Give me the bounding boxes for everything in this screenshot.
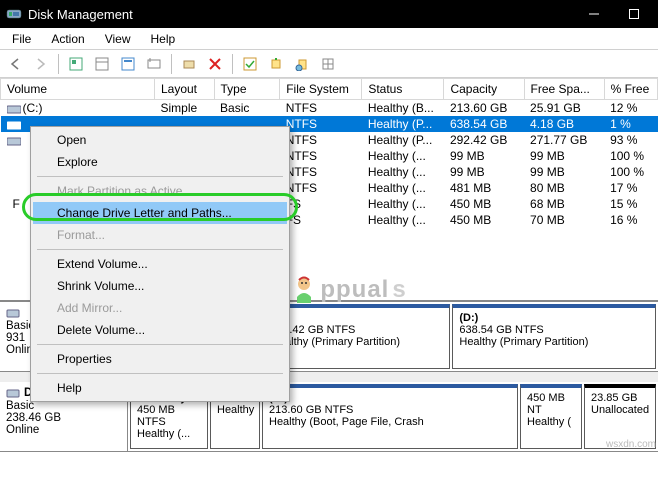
menu-action[interactable]: Action (43, 30, 92, 48)
check-icon[interactable] (239, 53, 261, 75)
disk-icon (6, 386, 20, 400)
ctx-mark-active: Mark Partition as Active (33, 180, 287, 202)
tool-4[interactable] (143, 53, 165, 75)
drive-icon (7, 103, 21, 115)
credit-text: wsxdn.com (606, 439, 656, 450)
ctx-extend[interactable]: Extend Volume... (33, 253, 287, 275)
title-bar: Disk Management (0, 0, 658, 28)
menu-view[interactable]: View (97, 30, 139, 48)
col-pctfree[interactable]: % Free (604, 79, 657, 100)
ctx-change-drive-letter[interactable]: Change Drive Letter and Paths... (33, 202, 287, 224)
maximize-button[interactable] (614, 0, 654, 28)
disk-icon (6, 306, 20, 320)
col-status[interactable]: Status (362, 79, 444, 100)
forward-button[interactable] (30, 53, 52, 75)
col-capacity[interactable]: Capacity (444, 79, 524, 100)
ctx-add-mirror: Add Mirror... (33, 297, 287, 319)
app-icon (6, 6, 22, 22)
watermark-icon (291, 275, 317, 305)
context-menu: Open Explore Mark Partition as Active Ch… (30, 126, 290, 402)
tool-8[interactable] (317, 53, 339, 75)
separator (37, 373, 283, 374)
col-volume[interactable]: Volume (1, 79, 155, 100)
tool-2[interactable] (91, 53, 113, 75)
table-row[interactable]: (C:) SimpleBasicNTFS Healthy (B...213.60… (1, 100, 658, 117)
ctx-format: Format... (33, 224, 287, 246)
ctx-open[interactable]: Open (33, 129, 287, 151)
window-title: Disk Management (28, 7, 133, 22)
separator (37, 176, 283, 177)
col-type[interactable]: Type (214, 79, 280, 100)
partition[interactable]: (E:) 292.42 GB NTFS Healthy (Primary Par… (264, 304, 450, 369)
separator (58, 54, 59, 74)
ctx-delete[interactable]: Delete Volume... (33, 319, 287, 341)
col-layout[interactable]: Layout (154, 79, 214, 100)
back-button[interactable] (4, 53, 26, 75)
separator (232, 54, 233, 74)
menu-bar: File Action View Help (0, 28, 658, 50)
separator (37, 249, 283, 250)
ctx-properties[interactable]: Properties (33, 348, 287, 370)
separator (171, 54, 172, 74)
partition[interactable]: (C:) 213.60 GB NTFS Healthy (Boot, Page … (262, 384, 518, 449)
delete-icon[interactable] (204, 53, 226, 75)
partition[interactable]: 450 MB NT Healthy ( (520, 384, 582, 449)
ctx-shrink[interactable]: Shrink Volume... (33, 275, 287, 297)
ctx-help[interactable]: Help (33, 377, 287, 399)
col-filesystem[interactable]: File System (280, 79, 362, 100)
tool-5[interactable] (178, 53, 200, 75)
separator (37, 344, 283, 345)
tool-3[interactable] (117, 53, 139, 75)
partition[interactable]: (D:) 638.54 GB NTFS Healthy (Primary Par… (452, 304, 656, 369)
tool-7[interactable] (291, 53, 313, 75)
ctx-explore[interactable]: Explore (33, 151, 287, 173)
tool-6[interactable] (265, 53, 287, 75)
drive-icon (7, 135, 21, 147)
col-free[interactable]: Free Spa... (524, 79, 604, 100)
table-header[interactable]: Volume Layout Type File System Status Ca… (1, 79, 658, 100)
watermark: A ppuals (270, 275, 407, 305)
toolbar (0, 50, 658, 78)
tool-1[interactable] (65, 53, 87, 75)
menu-file[interactable]: File (4, 30, 39, 48)
minimize-button[interactable] (574, 0, 614, 28)
drive-icon (7, 119, 21, 131)
menu-help[interactable]: Help (143, 30, 184, 48)
